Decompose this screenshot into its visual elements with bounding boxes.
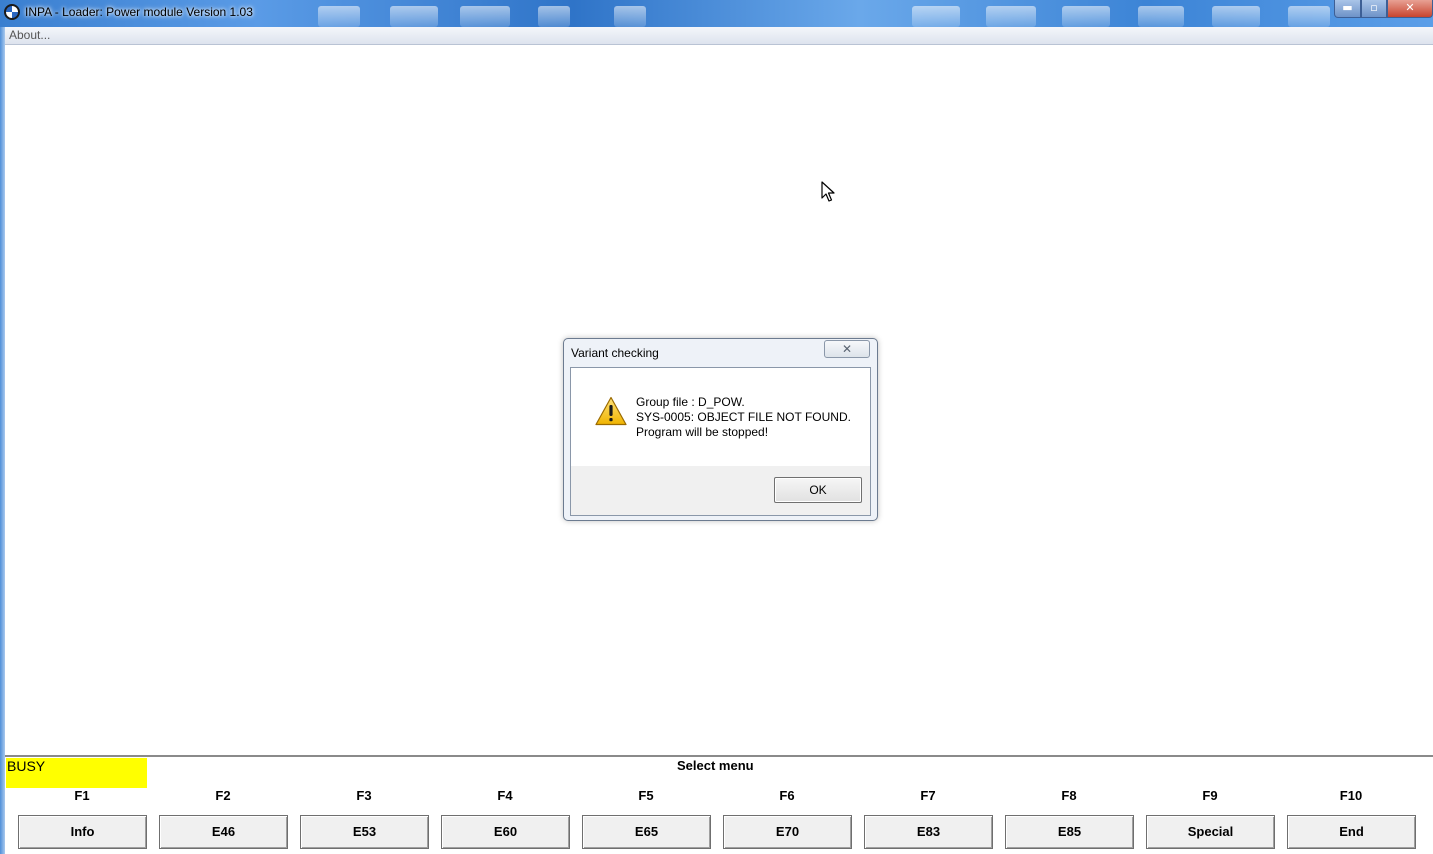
fkey-label-f6: F6: [779, 788, 795, 803]
f6-e70-button[interactable]: E70: [723, 815, 852, 849]
variant-checking-dialog: Variant checking ✕ Group file : D_POW. S…: [563, 338, 878, 521]
fkey-label-f10: F10: [1339, 788, 1363, 803]
maximize-icon: ▫: [1370, 1, 1378, 14]
bmw-logo-icon[interactable]: [4, 4, 20, 20]
function-key-bar: BUSY Select menu F1 F2 F3 F4 F5 F6 F7 F8…: [5, 755, 1433, 854]
window-close-button[interactable]: ✕: [1387, 0, 1433, 18]
taskbar-thumbnail: [912, 6, 960, 27]
fkey-label-f5: F5: [638, 788, 654, 803]
taskbar-thumbnail: [986, 6, 1036, 27]
dialog-message: Group file : D_POW. SYS-0005: OBJECT FIL…: [636, 395, 851, 440]
fkey-label-f4: F4: [497, 788, 513, 803]
f5-e65-button[interactable]: E65: [582, 815, 711, 849]
taskbar-thumbnail: [318, 6, 360, 27]
taskbar-thumbnail: [1138, 6, 1184, 27]
f10-end-button[interactable]: End: [1287, 815, 1416, 849]
f1-info-button[interactable]: Info: [18, 815, 147, 849]
menu-item-about[interactable]: About...: [9, 28, 50, 43]
dialog-title: Variant checking: [571, 346, 659, 360]
f2-e46-button[interactable]: E46: [159, 815, 288, 849]
busy-status: BUSY: [6, 758, 147, 788]
fkey-label-f1: F1: [74, 788, 90, 803]
fkey-label-f9: F9: [1202, 788, 1218, 803]
ok-button[interactable]: OK: [774, 477, 862, 503]
taskbar-thumbnail: [1212, 6, 1260, 27]
close-icon: ✕: [841, 342, 853, 356]
taskbar-thumbnail: [538, 6, 570, 27]
f4-e60-button[interactable]: E60: [441, 815, 570, 849]
window-title: INPA - Loader: Power module Version 1.03: [25, 5, 253, 19]
maximize-button[interactable]: ▫: [1361, 0, 1387, 18]
taskbar-thumbnail: [390, 6, 438, 27]
dialog-close-button[interactable]: ✕: [824, 340, 870, 358]
minimize-button[interactable]: ▬: [1334, 0, 1361, 18]
taskbar-thumbnail: [1288, 6, 1330, 27]
message-line-stop: Program will be stopped!: [636, 425, 769, 439]
warning-icon: [595, 396, 627, 426]
fkey-label-f2: F2: [215, 788, 231, 803]
dialog-body: Group file : D_POW. SYS-0005: OBJECT FIL…: [570, 367, 871, 516]
menu-bar: About...: [0, 27, 1433, 45]
message-line-group-file: Group file : D_POW.: [636, 395, 745, 409]
fkey-label-f8: F8: [1061, 788, 1077, 803]
taskbar-thumbnail: [614, 6, 646, 27]
f3-e53-button[interactable]: E53: [300, 815, 429, 849]
mouse-cursor-icon: [821, 181, 835, 202]
fkey-label-f7: F7: [920, 788, 936, 803]
select-menu-label: Select menu: [677, 758, 754, 773]
message-line-error: SYS-0005: OBJECT FILE NOT FOUND.: [636, 410, 851, 424]
f8-e85-button[interactable]: E85: [1005, 815, 1134, 849]
f7-e83-button[interactable]: E83: [864, 815, 993, 849]
title-bar[interactable]: INPA - Loader: Power module Version 1.03…: [0, 0, 1433, 27]
fkey-label-f3: F3: [356, 788, 372, 803]
taskbar-thumbnail: [460, 6, 510, 27]
taskbar-thumbnail: [1062, 6, 1110, 27]
close-icon: ✕: [1405, 1, 1415, 14]
f9-special-button[interactable]: Special: [1146, 815, 1275, 849]
minimize-icon: ▬: [1342, 1, 1353, 14]
